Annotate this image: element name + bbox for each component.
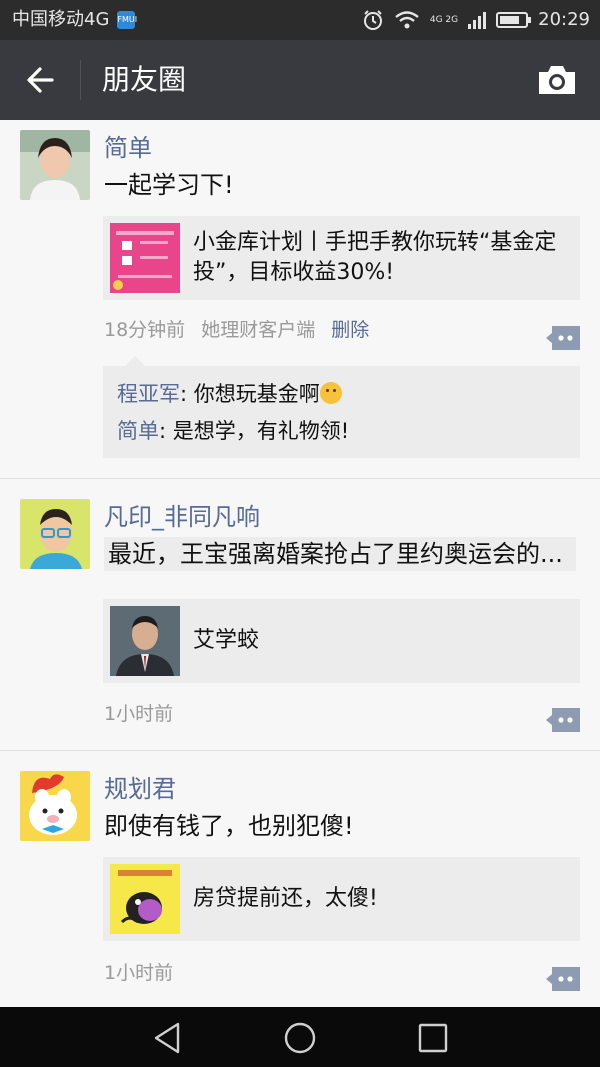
post-time: 18分钟前 [104,319,186,341]
network-type-label: 4G 2G [429,15,459,25]
notification-badge-icon: FMUI [117,11,137,29]
curious-emoji-icon [319,382,342,404]
comment-separator: : [159,419,173,443]
link-thumbnail [110,606,180,676]
moment-post: 凡印_非同凡响 最近，王宝强离婚案抢占了里约奥运会的... 艾学蛟 1小时前 [0,479,600,751]
post-time: 1小时前 [104,703,174,725]
comment-separator: : [180,382,194,406]
page-title: 朋友圈 [102,63,187,96]
comment-author[interactable]: 简单 [117,419,159,443]
clock: 20:29 [538,9,590,30]
delete-link[interactable]: 删除 [331,316,369,344]
post-author-name[interactable]: 简单 [104,132,152,164]
post-author-name[interactable]: 规划君 [104,773,176,805]
moments-feed[interactable]: 简单 一起学习下! 小金库计划丨手把手教你玩转“基金定投”，目标收益30%! 1… [0,120,600,1007]
post-meta: 1小时前 [104,959,173,987]
alarm-icon [363,10,382,30]
moment-post: 规划君 即使有钱了，也别犯傻! 房贷提前还，太傻! 1小时前 [0,751,600,1007]
title-divider [80,60,81,100]
post-text: 一起学习下! [104,171,234,199]
comment-menu-icon[interactable] [546,708,580,732]
comment-item[interactable]: 程亚军: 你想玩基金啊 [117,376,566,413]
back-arrow-icon[interactable] [18,60,62,100]
camera-icon[interactable] [536,60,578,100]
link-title: 房贷提前还，太傻! [193,886,378,911]
post-time: 1小时前 [104,962,174,984]
post-text: 即使有钱了，也别犯傻! [104,812,354,840]
shared-link-card[interactable]: 小金库计划丨手把手教你玩转“基金定投”，目标收益30%! [103,216,580,300]
post-author-name[interactable]: 凡印_非同凡响 [104,501,260,533]
post-meta: 18分钟前 她理财客户端 删除 [104,316,369,344]
avatar[interactable] [20,130,90,200]
carrier-label: 中国移动4G [12,9,110,30]
title-bar: 朋友圈 [0,40,600,120]
post-text: 最近，王宝强离婚案抢占了里约奥运会的... [104,537,576,571]
shared-link-card[interactable]: 房贷提前还，太傻! [103,857,580,941]
comment-box: 程亚军: 你想玩基金啊 简单: 是想学，有礼物领! [103,356,580,458]
link-thumbnail [110,223,180,293]
post-meta: 1小时前 [104,700,173,728]
comment-author[interactable]: 程亚军 [117,382,180,406]
battery-icon [496,12,532,28]
nav-back-icon[interactable] [150,1021,184,1055]
system-nav-bar [0,1007,600,1067]
comment-menu-icon[interactable] [546,326,580,350]
wifi-icon [395,11,419,29]
post-source[interactable]: 她理财客户端 [201,316,315,344]
link-title: 艾学蛟 [193,628,260,653]
nav-home-icon[interactable] [283,1021,317,1055]
link-title: 小金库计划丨手把手教你玩转“基金定投”，目标收益30%! [193,230,557,285]
comment-text: 是想学，有礼物领! [172,419,350,443]
comment-menu-icon[interactable] [546,967,580,991]
avatar[interactable] [20,499,90,569]
status-bar: 中国移动4G FMUI 4G 2G 20:29 [0,0,600,40]
comment-text: 你想玩基金啊 [193,382,320,406]
nav-recents-icon[interactable] [416,1021,450,1055]
shared-link-card[interactable]: 艾学蛟 [103,599,580,683]
avatar[interactable] [20,771,90,841]
link-thumbnail [110,864,180,934]
signal-bars-icon [468,11,487,29]
comment-item[interactable]: 简单: 是想学，有礼物领! [117,413,566,450]
moment-post: 简单 一起学习下! 小金库计划丨手把手教你玩转“基金定投”，目标收益30%! 1… [0,120,600,479]
